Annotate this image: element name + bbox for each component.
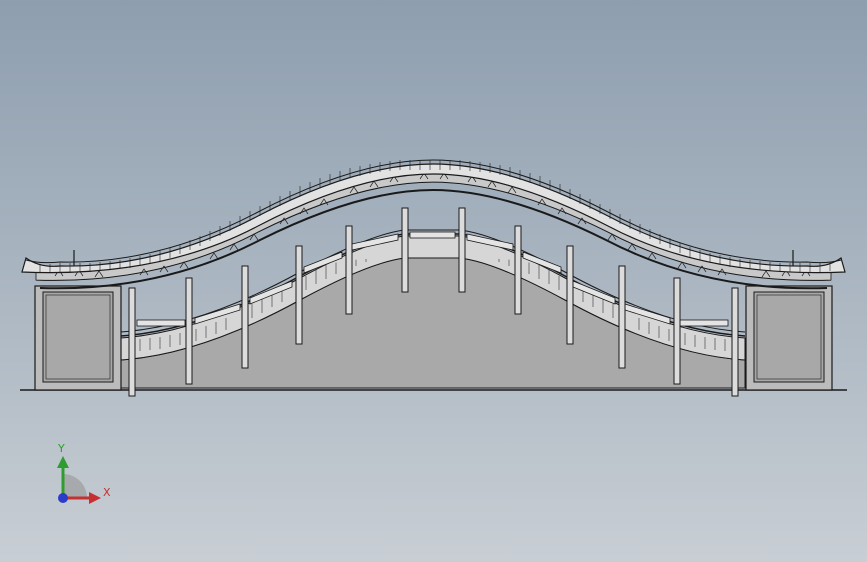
- bridge-model[interactable]: [0, 0, 867, 562]
- coordinate-triad[interactable]: [46, 438, 116, 513]
- cad-viewport[interactable]: Y X: [0, 0, 867, 562]
- z-axis-dot: [58, 493, 68, 503]
- x-axis-label: X: [103, 486, 111, 499]
- x-axis-arrowhead: [89, 492, 101, 504]
- y-axis-label: Y: [58, 442, 65, 455]
- y-axis-arrowhead: [57, 456, 69, 468]
- right-abutment: [745, 285, 833, 391]
- left-abutment: [34, 285, 122, 391]
- triad-plane-indicator: [63, 474, 87, 498]
